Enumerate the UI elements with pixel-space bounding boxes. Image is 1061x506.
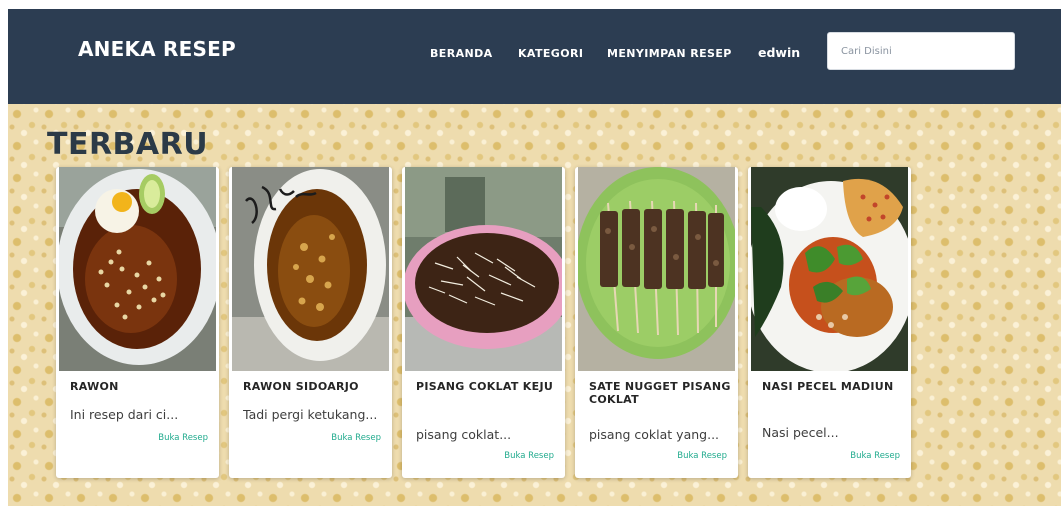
recipe-photo	[59, 167, 216, 371]
recipe-card[interactable]: SATE NUGGET PISANG COKLAT pisang coklat …	[575, 167, 738, 478]
recipe-photo	[405, 167, 562, 371]
recipe-title: NASI PECEL MADIUN	[762, 380, 894, 393]
recipe-photo	[751, 167, 908, 371]
open-recipe-link[interactable]: Buka Resep	[677, 451, 727, 461]
nav-link-beranda[interactable]: BERANDA	[430, 47, 493, 60]
recipe-card[interactable]: RAWON SIDOARJO Tadi pergi ketukang... Bu…	[229, 167, 392, 478]
recipe-card[interactable]: RAWON Ini resep dari ci... Buka Resep	[56, 167, 219, 478]
open-recipe-link[interactable]: Buka Resep	[850, 451, 900, 461]
open-recipe-link[interactable]: Buka Resep	[158, 433, 208, 443]
nav-link-menyimpan-resep[interactable]: MENYIMPAN RESEP	[607, 47, 732, 60]
open-recipe-link[interactable]: Buka Resep	[331, 433, 381, 443]
recipe-photo	[232, 167, 389, 371]
nav-user-account[interactable]: edwin	[758, 45, 800, 60]
recipe-title: RAWON	[70, 380, 119, 393]
top-navbar: ANEKA RESEP BERANDA KATEGORI MENYIMPAN R…	[8, 9, 1061, 104]
recipe-title: SATE NUGGET PISANG COKLAT	[589, 380, 731, 406]
nav-link-kategori[interactable]: KATEGORI	[518, 47, 583, 60]
recipe-description: pisang coklat yang...	[589, 427, 720, 442]
open-recipe-link[interactable]: Buka Resep	[504, 451, 554, 461]
recipe-card[interactable]: NASI PECEL MADIUN Nasi pecel... Buka Res…	[748, 167, 911, 478]
recipe-title: PISANG COKLAT KEJU	[416, 380, 554, 393]
recipe-description: Ini resep dari ci...	[70, 407, 179, 422]
search-input[interactable]	[827, 32, 1015, 70]
recipe-card[interactable]: PISANG COKLAT KEJU pisang coklat... Buka…	[402, 167, 565, 478]
page-frame: ANEKA RESEP BERANDA KATEGORI MENYIMPAN R…	[8, 9, 1061, 506]
recipe-photo	[578, 167, 735, 371]
recipe-description: Nasi pecel...	[762, 425, 839, 440]
recipe-title: RAWON SIDOARJO	[243, 380, 359, 393]
site-brand[interactable]: ANEKA RESEP	[78, 37, 236, 61]
recipe-description: pisang coklat...	[416, 427, 512, 442]
section-title: TERBARU	[47, 127, 209, 162]
recipe-description: Tadi pergi ketukang...	[243, 407, 378, 422]
